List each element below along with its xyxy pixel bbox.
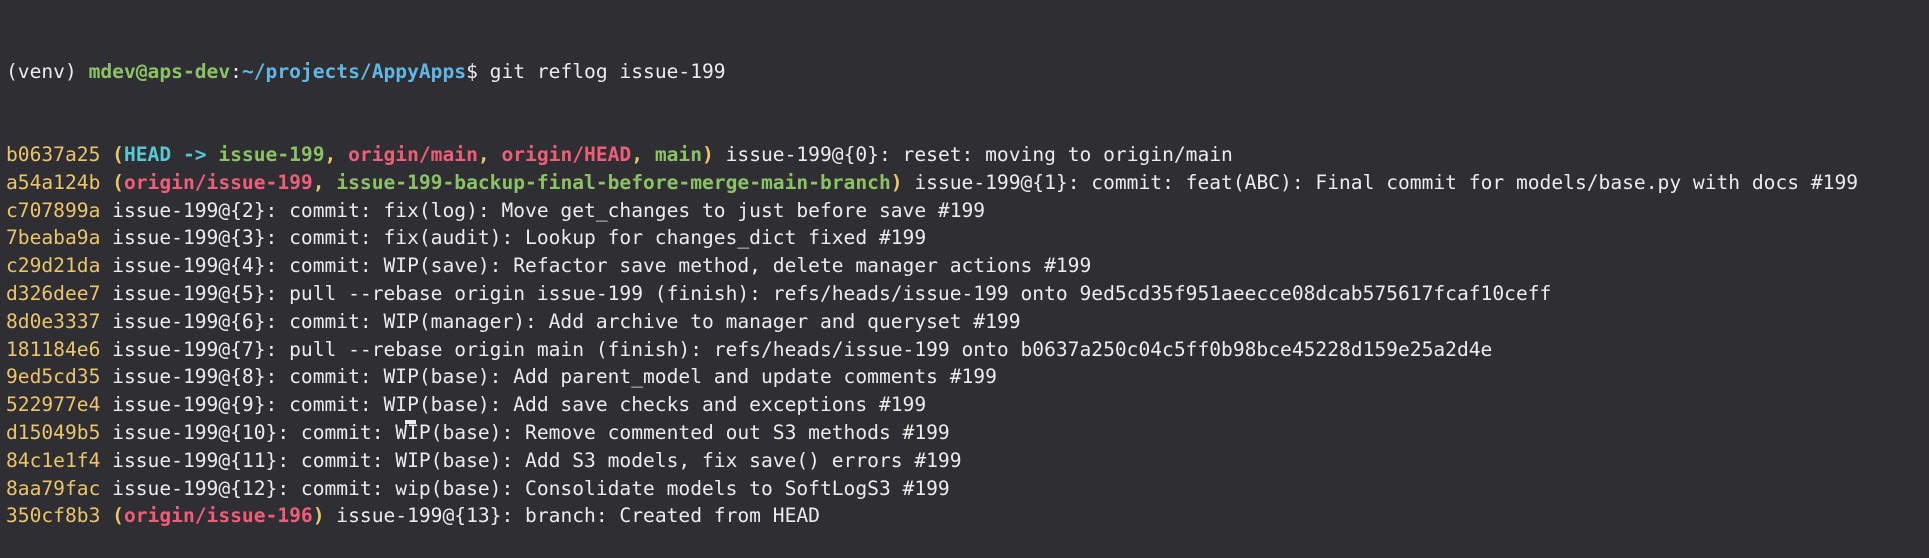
ref-decoration: ) [312,504,325,528]
ref-decoration: ) [890,170,903,194]
reflog-entry: 84c1e1f4 issue-199@{11}: commit: WIP(bas… [6,447,1929,475]
reflog-message: issue-199@{2}: commit: fix(log): Move ge… [100,198,986,222]
reflog-message: issue-199@{0}: reset: moving to origin/m… [713,142,1233,166]
reflog-entry: 181184e6 issue-199@{7}: pull --rebase or… [6,336,1929,364]
commit-hash: 8aa79fac [6,476,101,500]
ref-decoration: ( [100,504,124,528]
prompt-colon: : [230,59,242,83]
ref-decoration: , [324,142,349,166]
commit-hash: b0637a25 [6,142,101,166]
reflog-message: issue-199@{12}: commit: wip(base): Conso… [100,476,950,500]
ref-decoration: , [312,170,337,194]
reflog-message: issue-199@{10}: commit: WIP(base): Remov… [100,420,950,444]
reflog-entry: a54a124b (origin/issue-199, issue-199-ba… [6,169,1929,197]
ref-decoration: HEAD -> [123,142,219,166]
reflog-entry: 350cf8b3 (origin/issue-196) issue-199@{1… [6,502,1929,530]
reflog-entry: 8d0e3337 issue-199@{6}: commit: WIP(mana… [6,308,1929,336]
ref-decoration: issue-199 [218,142,325,166]
commit-hash: 181184e6 [6,337,101,361]
ref-decoration: ) [702,142,714,166]
venv-label: (venv) [6,59,89,83]
prompt-symbol: $ [466,59,490,83]
reflog-message: issue-199@{13}: branch: Created from HEA… [324,504,820,528]
reflog-message: issue-199@{7}: pull --rebase origin main… [100,337,1493,361]
ref-decoration: issue-199-backup-final-before-merge-main… [336,170,891,194]
reflog-entry: 7beaba9a issue-199@{3}: commit: fix(audi… [6,224,1929,252]
user-host: mdev@aps-dev [88,59,231,83]
ref-decoration: main [654,142,703,166]
reflog-entry: c707899a issue-199@{2}: commit: fix(log)… [6,197,1929,225]
ref-decoration: origin/main [348,142,478,166]
reflog-entry: d15049b5 issue-199@{10}: commit: WIP(bas… [6,419,1929,447]
commit-hash: d15049b5 [6,420,101,444]
reflog-message: issue-199@{6}: commit: WIP(manager): Add… [100,309,1021,333]
reflog-entry: c29d21da issue-199@{4}: commit: WIP(save… [6,252,1929,280]
working-directory: ~/projects/AppyApps [241,59,467,83]
reflog-entry: b0637a25 (HEAD -> issue-199, origin/main… [6,141,1929,169]
prompt-line: (venv) mdev@aps-dev:~/projects/AppyApps$… [6,58,1929,86]
terminal-output: (venv) mdev@aps-dev:~/projects/AppyApps$… [6,2,1929,558]
reflog-message: issue-199@{1}: commit: feat(ABC): Final … [902,170,1859,194]
commit-hash: 350cf8b3 [6,504,101,528]
commit-hash: c707899a [6,198,101,222]
reflog-message: issue-199@{8}: commit: WIP(base): Add pa… [100,365,997,389]
reflog-entry: d326dee7 issue-199@{5}: pull --rebase or… [6,280,1929,308]
ref-decoration: origin/HEAD [501,142,632,166]
commit-hash: 8d0e3337 [6,309,101,333]
command-text: git reflog issue-199 [489,59,726,83]
ref-decoration: ( [100,170,124,194]
reflog-message: issue-199@{3}: commit: fix(audit): Looku… [100,226,927,250]
ref-decoration: ( [100,142,124,166]
commit-hash: 7beaba9a [6,226,101,250]
reflog-message: issue-199@{9}: commit: WIP(base): Add sa… [100,393,927,417]
ref-decoration: , [477,142,502,166]
commit-hash: a54a124b [6,170,101,194]
reflog-message: issue-199@{4}: commit: WIP(save): Refact… [100,254,1092,278]
commit-hash: 522977e4 [6,393,101,417]
reflog-message: issue-199@{5}: pull --rebase origin issu… [100,281,1552,305]
ref-decoration: , [631,142,655,166]
commit-hash: 84c1e1f4 [6,448,101,472]
commit-hash: c29d21da [6,254,101,278]
ref-decoration: origin/issue-199 [123,170,313,194]
ref-decoration: origin/issue-196 [123,504,313,528]
reflog-entries: b0637a25 (HEAD -> issue-199, origin/main… [6,141,1929,530]
reflog-message: issue-199@{11}: commit: WIP(base): Add S… [100,448,962,472]
commit-hash: 9ed5cd35 [6,365,101,389]
reflog-entry: 522977e4 issue-199@{9}: commit: WIP(base… [6,391,1929,419]
commit-hash: d326dee7 [6,281,101,305]
reflog-entry: 8aa79fac issue-199@{12}: commit: wip(bas… [6,475,1929,503]
reflog-entry: 9ed5cd35 issue-199@{8}: commit: WIP(base… [6,363,1929,391]
text-cursor [405,420,416,424]
